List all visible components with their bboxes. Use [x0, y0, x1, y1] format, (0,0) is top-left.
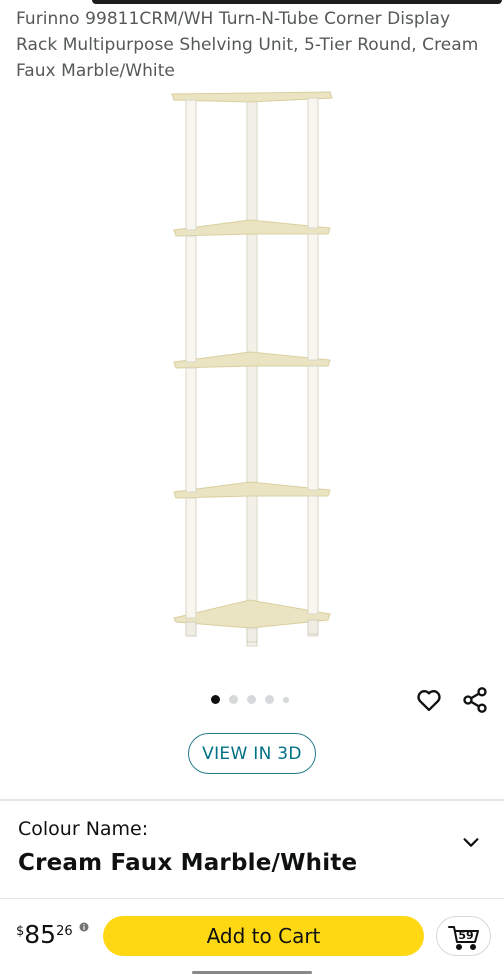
status-edge [92, 0, 502, 4]
variation-value[interactable]: Cream Faux Marble/White [18, 850, 357, 876]
carousel-dot[interactable] [211, 695, 220, 704]
home-indicator [192, 971, 312, 974]
view-in-3d-button[interactable]: VIEW IN 3D [188, 733, 316, 774]
info-icon[interactable] [79, 922, 89, 932]
cart-icon: 59 [447, 926, 479, 950]
product-image[interactable] [130, 82, 370, 662]
carousel-dot[interactable] [247, 695, 256, 704]
price: $ 85 26 [16, 920, 73, 950]
image-carousel-dots[interactable] [211, 695, 289, 704]
chevron-down-icon[interactable] [460, 831, 482, 853]
section-divider [0, 898, 504, 899]
share-icon[interactable] [461, 686, 489, 714]
cart-count: 59 [458, 929, 473, 942]
section-divider [0, 799, 504, 801]
add-to-cart-button[interactable]: Add to Cart [103, 916, 424, 956]
carousel-dot[interactable] [265, 695, 274, 704]
carousel-dot[interactable] [283, 696, 289, 703]
carousel-dot[interactable] [229, 695, 238, 704]
variation-label: Colour Name: [18, 818, 149, 840]
price-symbol: $ [16, 924, 25, 939]
cart-button[interactable]: 59 [436, 916, 491, 956]
heart-icon[interactable] [415, 686, 443, 714]
price-whole: 85 [24, 920, 57, 949]
product-title: Furinno 99811CRM/WH Turn-N-Tube Corner D… [16, 9, 479, 81]
price-fraction: 26 [56, 924, 73, 939]
